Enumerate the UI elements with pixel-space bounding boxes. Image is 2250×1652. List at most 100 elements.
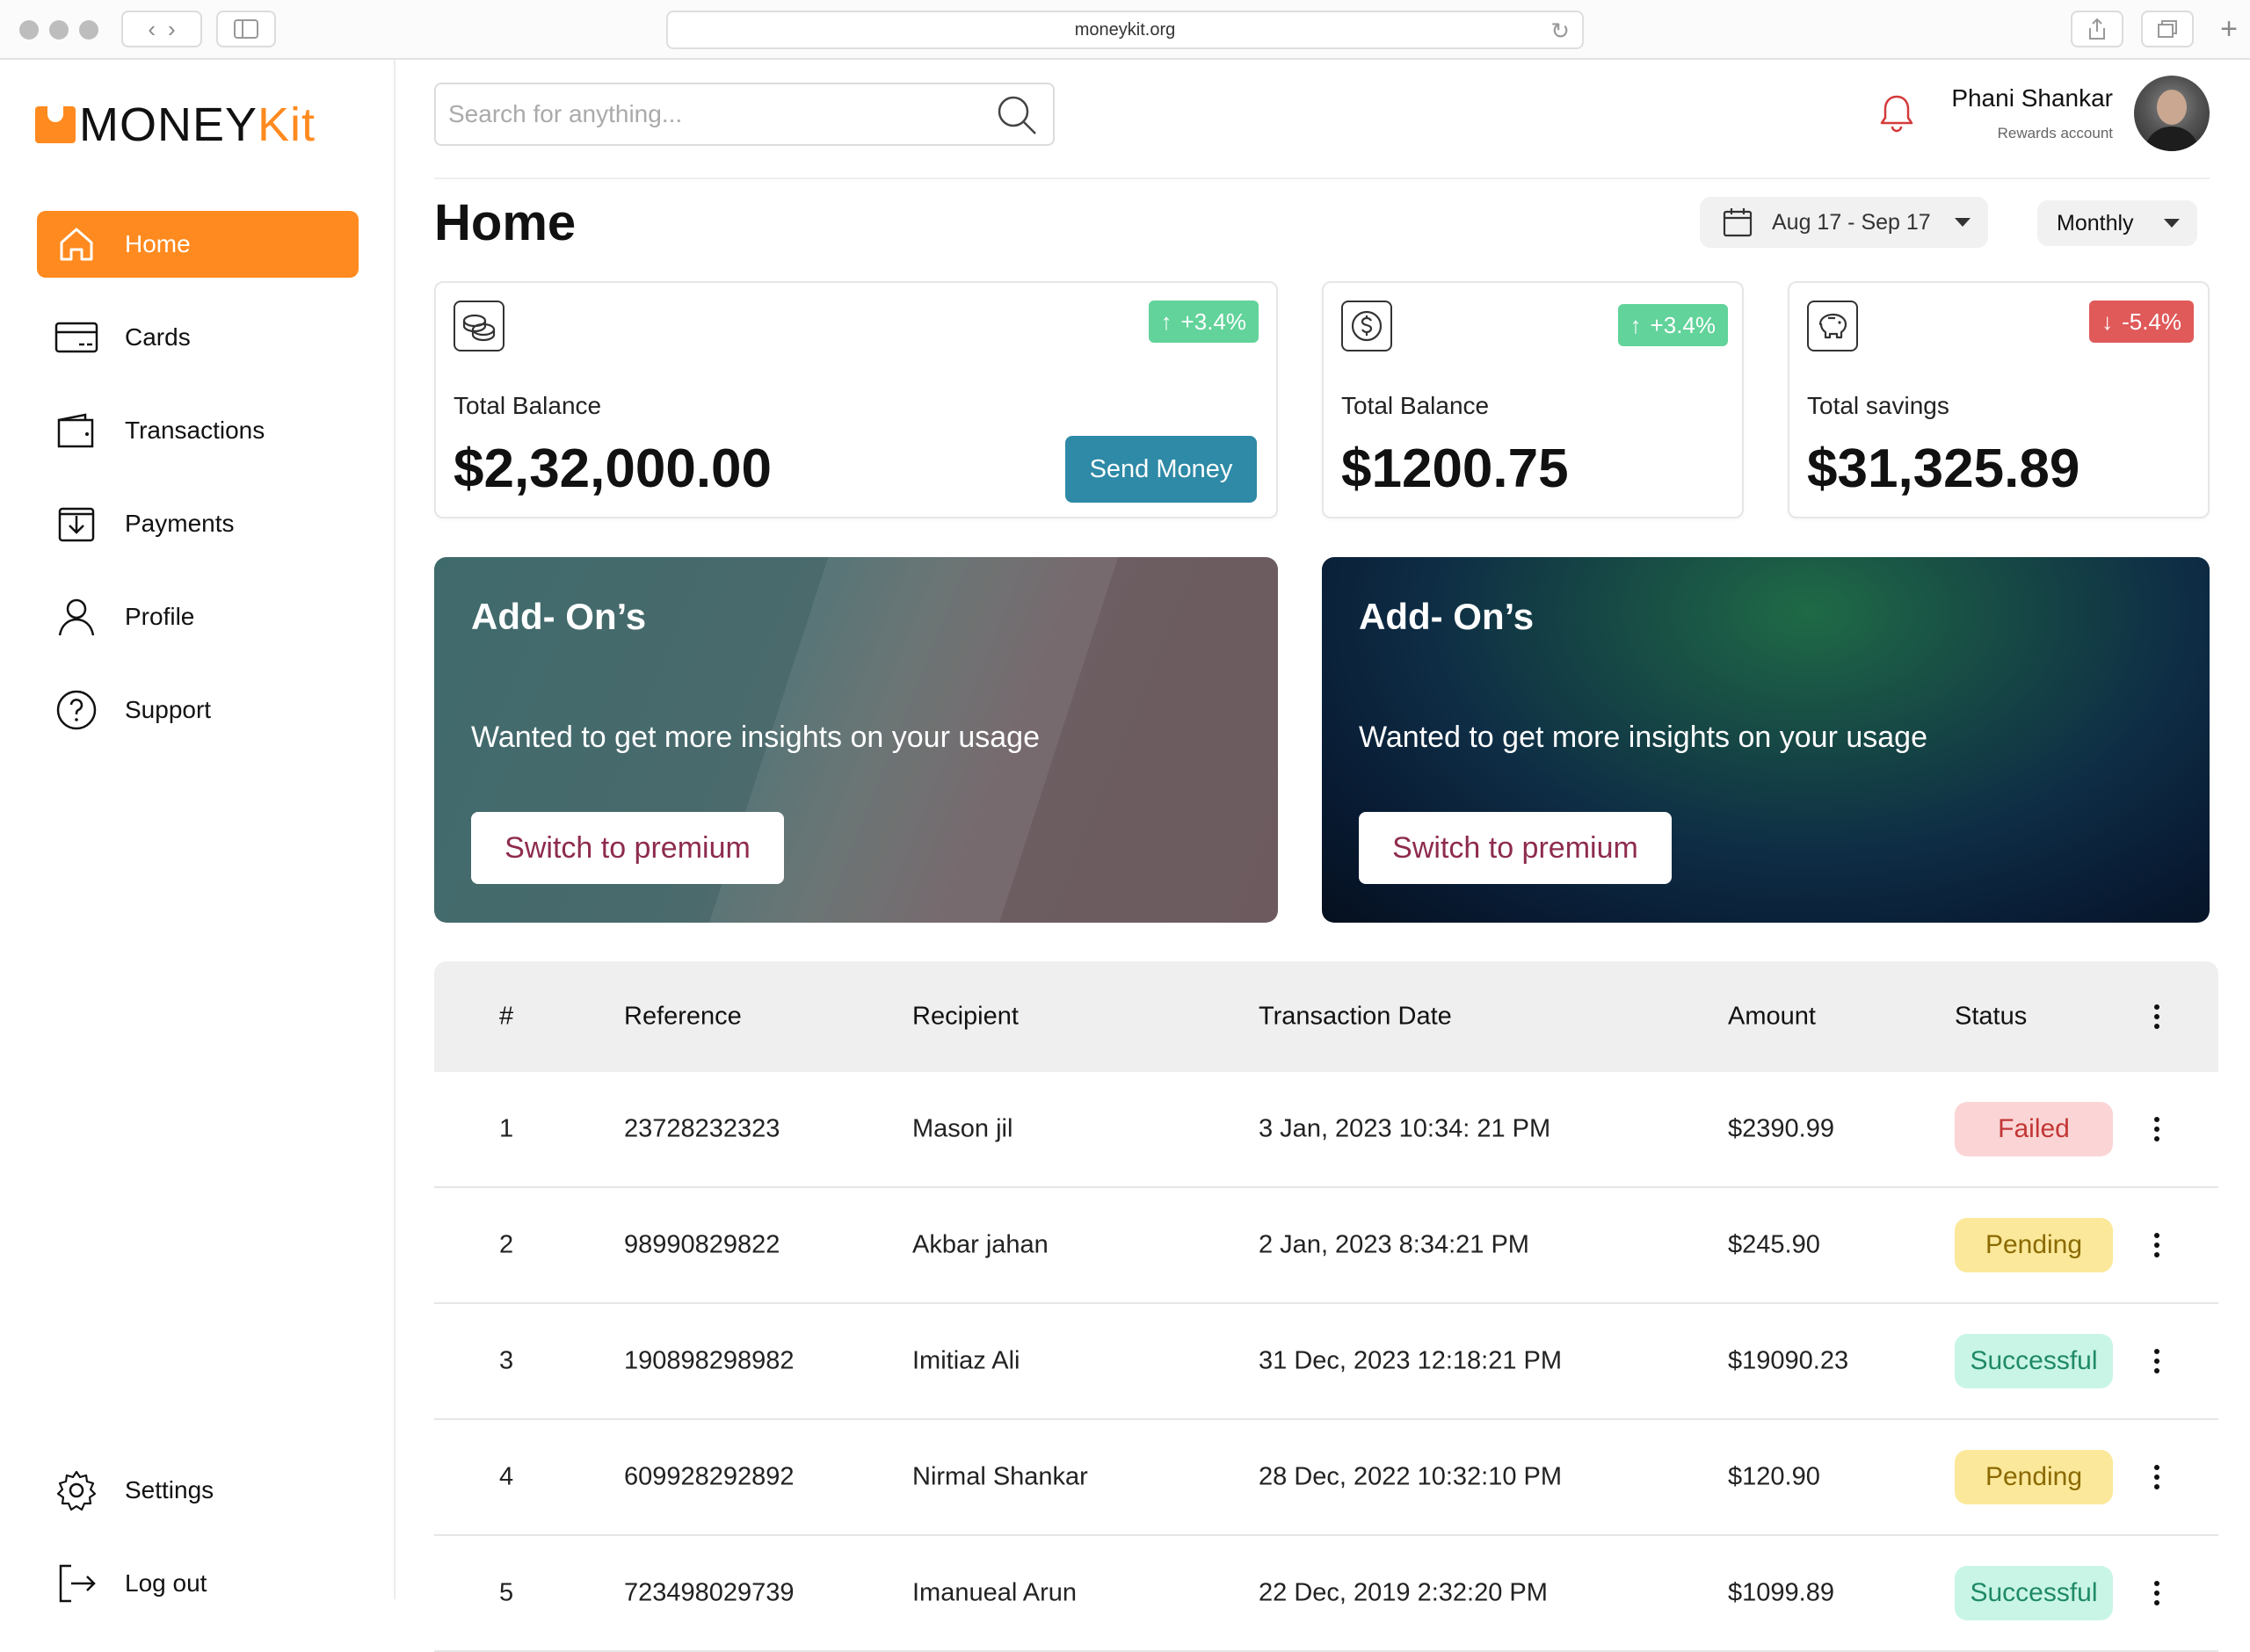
column-header[interactable]: Recipient: [912, 1003, 1019, 1032]
download-icon: [54, 502, 98, 546]
more-options-icon[interactable]: [2153, 1233, 2160, 1257]
sidebar-item-label: Log out: [125, 1569, 207, 1597]
row-number: 3: [499, 1346, 514, 1375]
logo-text: MONEYKit: [79, 98, 316, 151]
reference: 98990829822: [624, 1230, 780, 1259]
sidebar-item-label: Cards: [125, 323, 191, 351]
window-minimize-button[interactable]: [49, 20, 69, 40]
table-row[interactable]: 2 98990829822 Akbar jahan 2 Jan, 2023 8:…: [434, 1188, 2218, 1304]
user-name: Phani Shankar: [1951, 84, 2113, 112]
gear-icon: [54, 1468, 98, 1512]
period-select[interactable]: Monthly: [2037, 200, 2197, 246]
card-label: Total Balance: [454, 392, 602, 419]
sidebar-item-label: Settings: [125, 1476, 214, 1503]
banner-title: Add- On’s: [471, 596, 647, 637]
sidebar-item-transactions[interactable]: Transactions: [37, 397, 359, 464]
column-header[interactable]: Amount: [1728, 1003, 1816, 1032]
change-badge: ↑ +3.4%: [1617, 304, 1728, 346]
transaction-date: 2 Jan, 2023 8:34:21 PM: [1259, 1230, 1529, 1259]
share-icon: [2089, 18, 2105, 40]
date-range-picker[interactable]: Aug 17 - Sep 17: [1700, 197, 1988, 248]
card-label: Total Balance: [1341, 392, 1490, 419]
search-icon[interactable]: [995, 93, 1039, 141]
sidebar-item-cards[interactable]: Cards: [37, 304, 359, 371]
sidebar-toggle-button[interactable]: [216, 11, 276, 47]
addon-banner: Add- On’s Wanted to get more insights on…: [1322, 557, 2210, 923]
column-header[interactable]: Reference: [624, 1003, 742, 1032]
status-badge: Pending: [1955, 1450, 2113, 1504]
sidebar-item-logout[interactable]: Log out: [37, 1550, 359, 1617]
piggy-bank-icon: [1807, 301, 1858, 351]
user-icon: [54, 595, 98, 639]
user-account-type: Rewards account: [1997, 125, 2113, 141]
help-icon: [54, 688, 98, 732]
card-value: $2,32,000.00: [454, 438, 773, 499]
window-zoom-button[interactable]: [79, 20, 98, 40]
forward-icon[interactable]: ›: [168, 16, 176, 43]
card-value: $1200.75: [1341, 438, 1569, 499]
recipient: Akbar jahan: [912, 1230, 1049, 1259]
back-icon[interactable]: ‹: [148, 16, 156, 43]
sidebar-item-label: Home: [125, 230, 191, 257]
column-header[interactable]: #: [499, 1003, 513, 1032]
arrow-down-icon: ↓: [2101, 308, 2114, 335]
more-options-icon[interactable]: [2153, 1004, 2160, 1029]
arrow-up-icon: ↑: [1629, 311, 1642, 338]
logo-mark-icon: [35, 106, 76, 143]
coins-icon: [454, 301, 504, 351]
amount: $19090.23: [1728, 1346, 1849, 1375]
more-options-icon[interactable]: [2153, 1117, 2160, 1141]
notification-bell-icon[interactable]: [1877, 93, 1916, 138]
share-button[interactable]: [2071, 11, 2123, 47]
status-badge: Successful: [1955, 1334, 2113, 1388]
chevron-down-icon: [1955, 218, 1971, 227]
moneykit-logo[interactable]: MONEYKit: [35, 98, 316, 151]
chevron-down-icon: [2164, 219, 2180, 228]
sidebar-item-label: Profile: [125, 603, 195, 630]
sidebar-item-payments[interactable]: Payments: [37, 490, 359, 557]
more-options-icon[interactable]: [2153, 1349, 2160, 1373]
tabs-icon: [2158, 20, 2177, 38]
addon-banner: Add- On’s Wanted to get more insights on…: [434, 557, 1278, 923]
switch-to-premium-button[interactable]: Switch to premium: [471, 812, 784, 884]
table-row[interactable]: 3 190898298982 Imitiaz Ali 31 Dec, 2023 …: [434, 1304, 2218, 1420]
sidebar-item-home[interactable]: Home: [37, 211, 359, 278]
status-badge: Failed: [1955, 1102, 2113, 1156]
more-options-icon[interactable]: [2153, 1465, 2160, 1489]
window-close-button[interactable]: [19, 20, 39, 40]
table-row[interactable]: 4 609928292892 Nirmal Shankar 28 Dec, 20…: [434, 1420, 2218, 1536]
stat-card-total-savings: ↓ -5.4% Total savings $31,325.89: [1788, 281, 2210, 518]
new-tab-icon[interactable]: +: [2210, 11, 2248, 47]
amount: $120.90: [1728, 1462, 1820, 1491]
table-row[interactable]: 1 23728232323 Mason jil 3 Jan, 2023 10:3…: [434, 1072, 2218, 1188]
sidebar-icon: [234, 19, 258, 39]
dollar-icon: [1341, 301, 1392, 351]
reference: 609928292892: [624, 1462, 795, 1491]
address-bar[interactable]: moneykit.org ↻: [666, 11, 1584, 49]
sidebar-item-profile[interactable]: Profile: [37, 583, 359, 650]
status-badge: Pending: [1955, 1218, 2113, 1272]
send-money-button[interactable]: Send Money: [1065, 436, 1257, 503]
change-badge: ↑ +3.4%: [1148, 301, 1259, 343]
browser-toolbar: ‹ › moneykit.org ↻ +: [0, 0, 2250, 60]
tabs-button[interactable]: [2141, 11, 2194, 47]
search-input[interactable]: [448, 100, 976, 128]
row-number: 5: [499, 1578, 514, 1607]
transaction-date: 31 Dec, 2023 12:18:21 PM: [1259, 1346, 1563, 1375]
column-header[interactable]: Status: [1955, 1003, 2027, 1032]
switch-to-premium-button[interactable]: Switch to premium: [1359, 812, 1672, 884]
date-range-text: Aug 17 - Sep 17: [1772, 209, 1931, 235]
reload-icon[interactable]: ↻: [1550, 18, 1570, 45]
sidebar-item-settings[interactable]: Settings: [37, 1457, 359, 1524]
page-title: Home: [434, 194, 577, 251]
sidebar-item-support[interactable]: Support: [37, 677, 359, 743]
amount: $2390.99: [1728, 1114, 1834, 1143]
arrow-up-icon: ↑: [1160, 308, 1172, 335]
avatar[interactable]: [2134, 76, 2210, 151]
more-options-icon[interactable]: [2153, 1581, 2160, 1605]
table-row[interactable]: 5 723498029739 Imanueal Arun 22 Dec, 201…: [434, 1536, 2218, 1652]
column-header[interactable]: Transaction Date: [1259, 1003, 1452, 1032]
card-label: Total savings: [1807, 392, 1949, 419]
reference: 723498029739: [624, 1578, 795, 1607]
amount: $1099.89: [1728, 1578, 1834, 1607]
